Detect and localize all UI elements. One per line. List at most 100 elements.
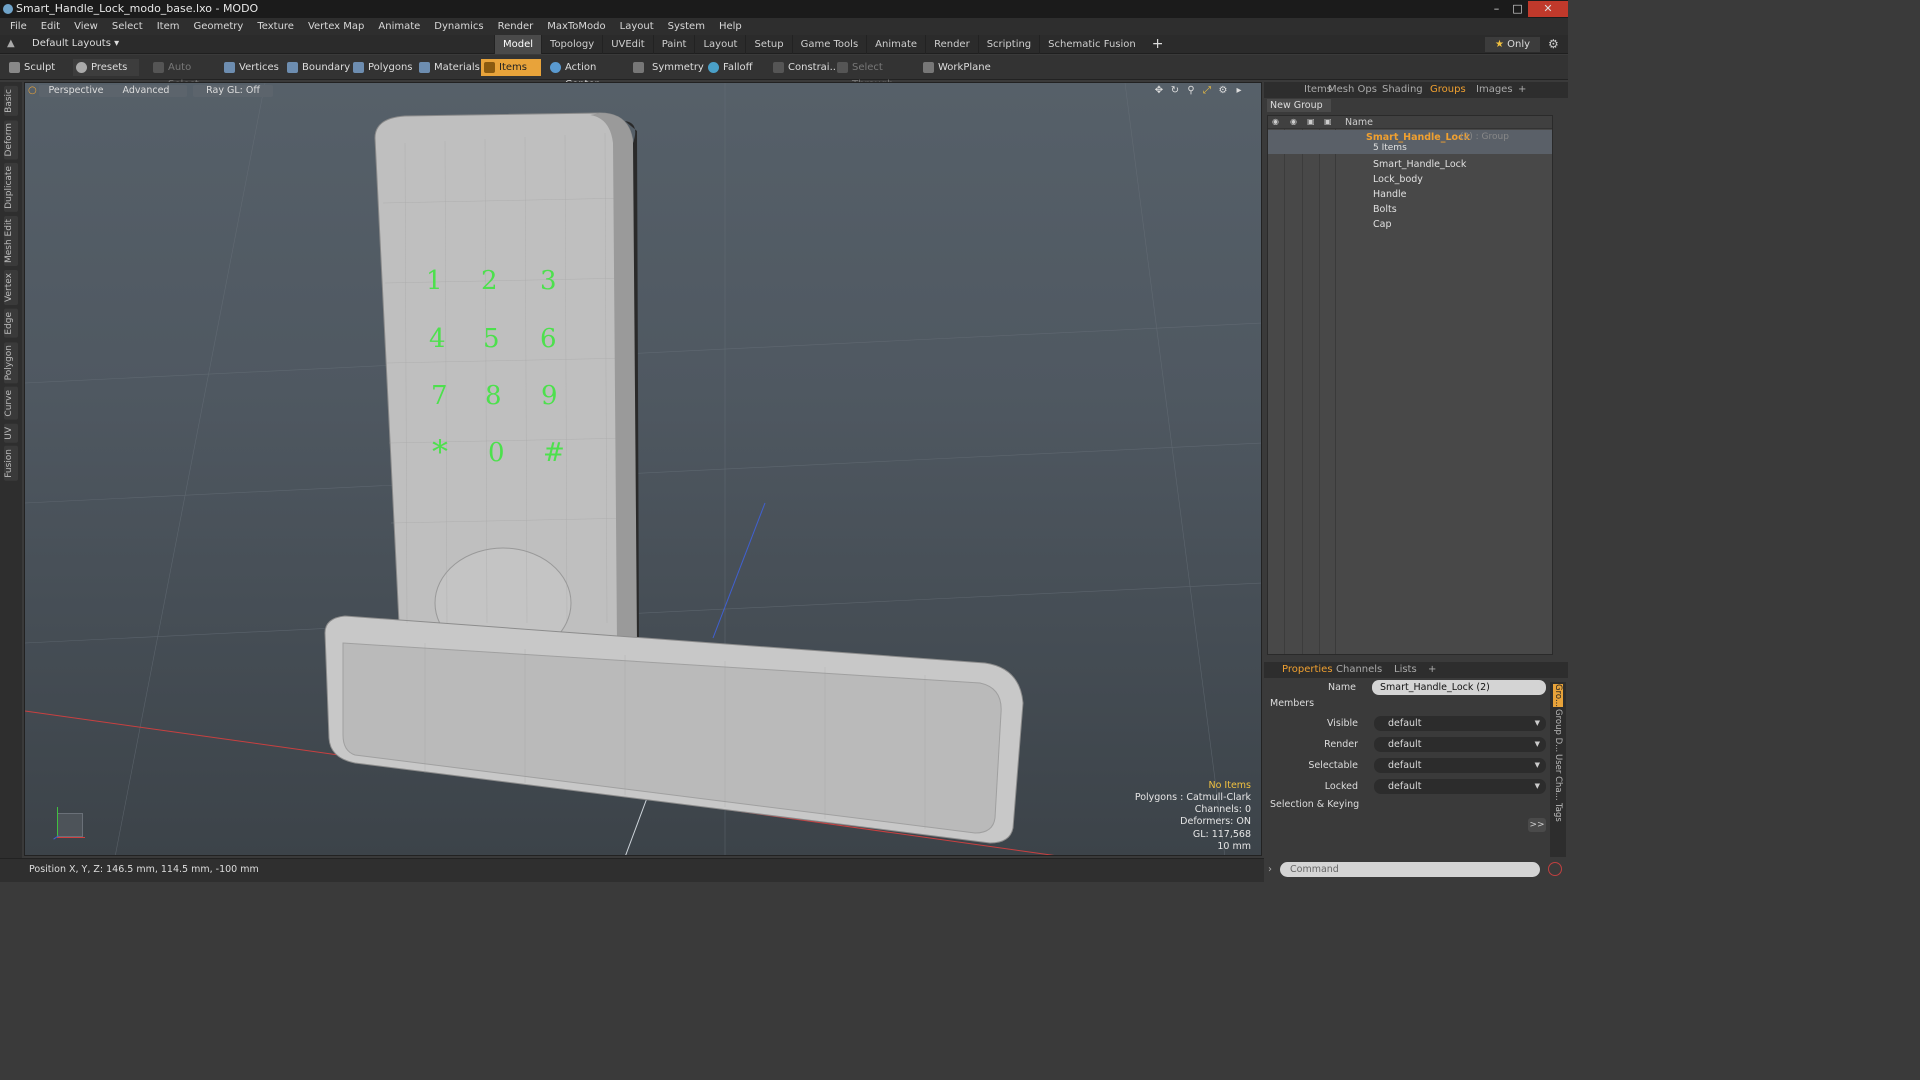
sculpt-button[interactable]: Sculpt [6,59,70,76]
add-panel-tab-button[interactable]: + [1518,84,1526,95]
maximize-button[interactable]: □ [1507,1,1528,17]
menu-layout[interactable]: Layout [613,21,661,32]
workplane-button[interactable]: WorkPlane [920,59,991,76]
tab-schematic-fusion[interactable]: Schematic Fusion [1039,35,1144,54]
tab-uv[interactable]: UV [4,423,18,443]
record-icon[interactable] [1548,862,1562,876]
default-layouts-dropdown[interactable]: Default Layouts ▾ [32,38,119,49]
gear-icon[interactable]: ⚙ [1548,37,1559,51]
menu-maxtomodo[interactable]: MaxToModo [540,21,612,32]
tab-channels[interactable]: Channels [1336,664,1382,675]
items-button[interactable]: Items [481,59,541,76]
expand-button[interactable]: >> [1528,818,1546,832]
action-center-button[interactable]: Action Center [547,59,625,90]
tab-vertex[interactable]: Vertex [4,270,18,306]
tab-polygon[interactable]: Polygon [4,341,18,384]
tab-deform[interactable]: Deform [4,119,18,160]
list-item[interactable]: Lock_body [1268,172,1552,187]
vertices-button[interactable]: Vertices [221,59,279,76]
tab-images[interactable]: Images [1476,84,1513,95]
selectable-dropdown[interactable]: default [1374,758,1546,773]
menu-view[interactable]: View [67,21,105,32]
list-item[interactable]: Handle [1268,187,1552,202]
viewport-gear-icon[interactable]: ⚙ [1217,85,1229,97]
side-tab-user-channels[interactable]: User Cha... [1553,754,1563,801]
group-row[interactable]: Smart_Handle_Lock (2) : Group 5 Items [1268,130,1552,154]
materials-button[interactable]: Materials [416,59,480,76]
menu-item[interactable]: Item [150,21,187,32]
tab-basic[interactable]: Basic [4,86,18,116]
tab-layout[interactable]: Layout [694,35,745,54]
menu-geometry[interactable]: Geometry [186,21,250,32]
new-group-button[interactable]: New Group [1267,99,1331,112]
menu-animate[interactable]: Animate [371,21,427,32]
members-section[interactable]: Members [1270,698,1314,709]
side-tab-group-display[interactable]: Group D... [1553,709,1563,752]
symmetry-button[interactable]: Symmetry [630,59,704,76]
list-item[interactable]: Bolts [1268,202,1552,217]
presets-button[interactable]: Presets [73,59,139,76]
only-toggle[interactable]: ★ Only [1485,37,1540,52]
rotate-icon[interactable]: ↻ [1169,85,1181,97]
falloff-button[interactable]: Falloff [705,59,761,76]
tab-duplicate[interactable]: Duplicate [4,163,18,213]
menu-dynamics[interactable]: Dynamics [427,21,490,32]
close-button[interactable]: ✕ [1528,1,1568,17]
list-item[interactable]: Smart_Handle_Lock [1268,157,1552,172]
tab-paint[interactable]: Paint [652,35,695,54]
command-input[interactable]: Command [1280,862,1540,877]
layout-home-icon[interactable]: ▲ [7,38,17,49]
expand-arrow-icon[interactable]: ▸ [1233,85,1245,97]
menu-texture[interactable]: Texture [250,21,301,32]
tab-scripting[interactable]: Scripting [977,35,1039,54]
zoom-icon[interactable]: ⚲ [1185,85,1197,97]
raygl-dropdown[interactable]: Ray GL: Off [193,85,273,97]
menu-edit[interactable]: Edit [34,21,67,32]
tab-shading[interactable]: Shading [1382,84,1423,95]
menu-select[interactable]: Select [105,21,150,32]
menu-render[interactable]: Render [491,21,541,32]
name-column-header[interactable]: Name [1345,117,1373,128]
constraints-button[interactable]: Constrai... [770,59,839,76]
name-field[interactable]: Smart_Handle_Lock (2) [1372,680,1546,695]
tab-uvedit[interactable]: UVEdit [602,35,653,54]
menu-file[interactable]: File [3,21,34,32]
minimize-button[interactable]: – [1486,1,1507,17]
menu-system[interactable]: System [661,21,712,32]
eye-icon[interactable]: ◉ [1272,117,1279,126]
tab-topology[interactable]: Topology [541,35,602,54]
tab-game-tools[interactable]: Game Tools [791,35,867,54]
selection-keying-section[interactable]: Selection & Keying [1270,799,1359,810]
visible-dropdown[interactable]: default [1374,716,1546,731]
render-dropdown[interactable]: default [1374,737,1546,752]
auto-select-button[interactable]: Auto Select [150,59,218,90]
lock-icon[interactable]: ▣ [1307,117,1315,126]
tab-edge[interactable]: Edge [4,309,18,338]
tab-curve[interactable]: Curve [4,387,18,420]
tab-fusion[interactable]: Fusion [4,446,18,482]
add-tab-button[interactable]: + [1144,35,1172,54]
side-tab-tags[interactable]: Tags [1553,803,1563,822]
tab-mesh-ops[interactable]: Mesh Ops [1328,84,1377,95]
side-tab-group[interactable]: Gro... [1553,684,1563,708]
tab-lists[interactable]: Lists [1394,664,1417,675]
tab-animate[interactable]: Animate [866,35,925,54]
render-icon[interactable]: ◉ [1290,117,1297,126]
locked-dropdown[interactable]: default [1374,779,1546,794]
pan-icon[interactable]: ✥ [1153,85,1165,97]
tab-render[interactable]: Render [925,35,978,54]
3d-viewport[interactable]: 1 2 3 4 5 6 7 8 9 * 0 # ○ Perspective Ad… [24,82,1262,856]
add-prop-tab-button[interactable]: + [1428,664,1436,675]
fit-icon[interactable]: ⤢ [1201,85,1213,97]
list-item[interactable]: Cap [1268,217,1552,232]
boundary-button[interactable]: Boundary [284,59,350,76]
select-icon[interactable]: ▣ [1324,117,1332,126]
tab-model[interactable]: Model [494,35,542,54]
tab-setup[interactable]: Setup [745,35,791,54]
menu-help[interactable]: Help [712,21,749,32]
perspective-dropdown[interactable]: Perspective [39,85,113,97]
polygons-button[interactable]: Polygons [350,59,413,76]
viewport-menu-icon[interactable]: ○ [28,85,37,96]
menu-vertex-map[interactable]: Vertex Map [301,21,371,32]
tab-properties[interactable]: Properties [1282,664,1333,675]
